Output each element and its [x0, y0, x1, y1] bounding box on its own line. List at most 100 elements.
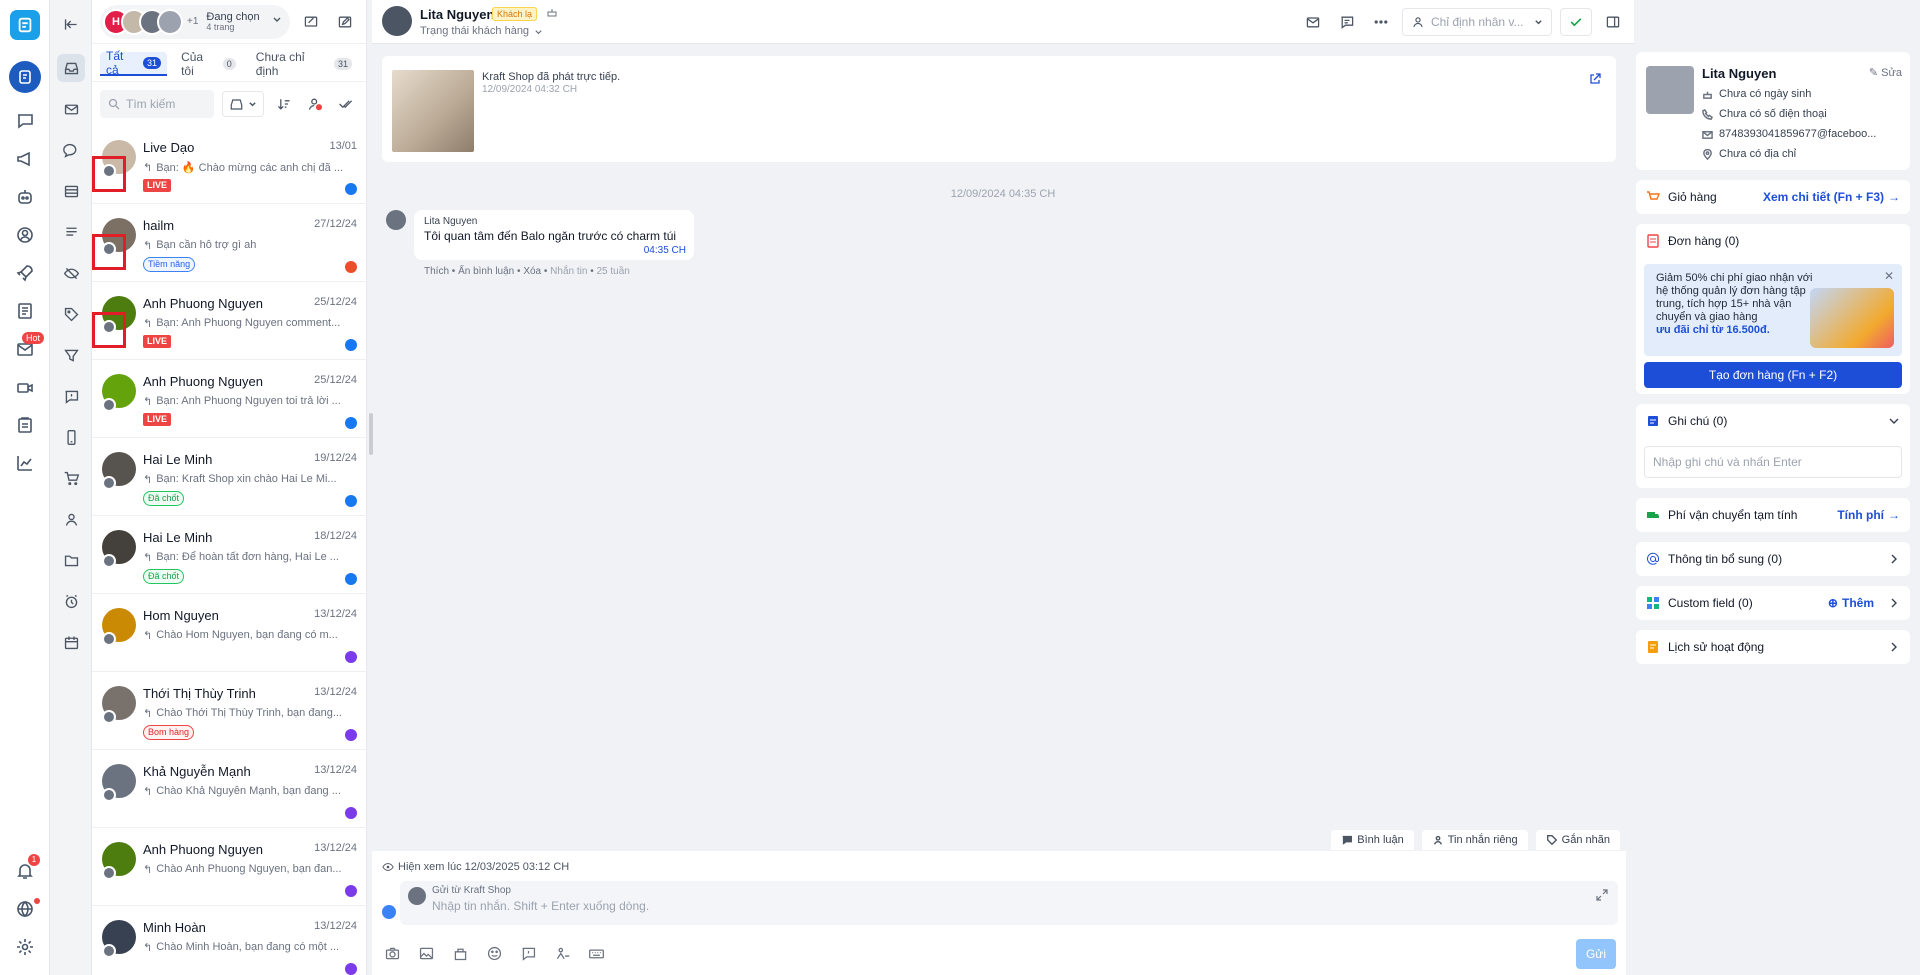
assign-staff-dropdown[interactable]: Chỉ định nhân v...: [1402, 8, 1552, 36]
tab-mine[interactable]: Của tôi 0: [175, 50, 242, 78]
tab-all[interactable]: Tất cả 31: [100, 49, 168, 77]
eye-off-icon[interactable]: [57, 259, 85, 287]
delete-action[interactable]: Xóa: [523, 266, 541, 277]
clipboard-icon[interactable]: [12, 412, 38, 438]
rocket-icon[interactable]: [12, 260, 38, 286]
customer-panel: Lita Nguyen ✎ Sửa Chưa có ngày sinh Chưa…: [1636, 52, 1910, 674]
camera-icon[interactable]: [382, 943, 402, 963]
note-input[interactable]: [1644, 446, 1902, 478]
cart-icon[interactable]: [57, 464, 85, 492]
conversation-date: 18/12/24: [314, 530, 357, 542]
conversation-item[interactable]: Anh Phuong Nguyen 13/12/24 ↰ Chào Anh Phuon…: [92, 828, 367, 906]
page-selector[interactable]: H +1 Đang chọn 4 trang: [100, 4, 290, 39]
filter-icon[interactable]: [57, 341, 85, 369]
external-link-icon[interactable]: [1588, 72, 1602, 86]
expand-icon[interactable]: [1596, 889, 1608, 901]
inbox-tray-icon[interactable]: [57, 54, 85, 82]
alert-message-icon[interactable]: [57, 382, 85, 410]
settings-gear-icon[interactable]: [12, 934, 38, 960]
resolve-check-button[interactable]: [1560, 8, 1592, 36]
note-header[interactable]: Ghi chú (0): [1636, 404, 1910, 438]
send-from-label[interactable]: Gửi từ Kraft Shop: [432, 885, 511, 896]
profile-avatar[interactable]: [1646, 66, 1694, 114]
megaphone-icon[interactable]: [12, 146, 38, 172]
conversation-item[interactable]: Minh Hoàn 13/12/24 ↰ Chào Minh Hoàn, bạn đa…: [92, 906, 367, 975]
comment-icon: [1342, 835, 1353, 845]
edit-profile-button[interactable]: ✎ Sửa: [1869, 66, 1902, 79]
chat-nav-icon[interactable]: [12, 108, 38, 134]
comment-icon[interactable]: [57, 136, 85, 164]
app-logo[interactable]: [10, 10, 40, 40]
calculate-fee-link[interactable]: Tính phí →: [1837, 508, 1900, 522]
customer-status-dropdown[interactable]: Trạng thái khách hàng: [420, 25, 529, 37]
mode-comment[interactable]: Bình luận: [1331, 830, 1414, 850]
sort-icon[interactable]: [272, 91, 295, 117]
send-button[interactable]: Gửi: [1576, 939, 1616, 969]
bot-icon[interactable]: [12, 184, 38, 210]
mode-private-message[interactable]: Tin nhắn riêng: [1421, 830, 1528, 850]
channel-filter-dropdown[interactable]: [222, 91, 264, 117]
product-link-icon[interactable]: [552, 943, 572, 963]
emoji-icon[interactable]: [484, 943, 504, 963]
message-bubble[interactable]: Lita Nguyen Tôi quan tâm đến Balo ngăn t…: [414, 210, 694, 260]
user-circle-icon[interactable]: [12, 222, 38, 248]
note-message-icon[interactable]: [1334, 9, 1360, 35]
activity-history-row[interactable]: Lịch sử hoạt động: [1636, 630, 1910, 664]
shipping-promo-banner[interactable]: Giảm 50% chi phí giao nhận với hệ thống …: [1644, 264, 1902, 356]
conversation-item[interactable]: Live Dạo 13/01 ↰ Bạn: 🔥 Chào mừng các anh c…: [92, 126, 367, 204]
conversation-item[interactable]: Hom Nguyen 13/12/24 ↰ Chào Hom Nguyen, bạn …: [92, 594, 367, 672]
add-custom-field-button[interactable]: ⊕ Thêm: [1828, 596, 1874, 610]
quick-reply-icon[interactable]: [518, 943, 538, 963]
post-thumbnail[interactable]: [392, 70, 474, 152]
conversation-item[interactable]: Anh Phuong Nguyen 25/12/24 ↰ Bạn: Anh Phuon…: [92, 360, 367, 438]
person-icon[interactable]: [57, 505, 85, 533]
customer-avatar[interactable]: [382, 6, 412, 36]
conversation-item[interactable]: Anh Phuong Nguyen 25/12/24 ↰ Bạn: Anh Phuon…: [92, 282, 367, 360]
mail-icon[interactable]: [57, 95, 85, 123]
folder-icon[interactable]: [57, 546, 85, 574]
mail-read-icon[interactable]: [1300, 9, 1326, 35]
compose-window-icon[interactable]: [298, 9, 324, 35]
direct-message-action[interactable]: Nhắn tin: [550, 266, 587, 277]
conversation-item[interactable]: Khả Nguyễn Mạnh 13/12/24 ↰ Chào Khả Nguyễn …: [92, 750, 367, 828]
cart-row[interactable]: Giỏ hàng Xem chi tiết (Fn + F3) →: [1636, 180, 1910, 214]
create-order-button[interactable]: Tạo đơn hàng (Fn + F2): [1644, 362, 1902, 388]
conversation-item[interactable]: hailm 27/12/24 ↰ Bạn cần hỗ trợ gì ah Tiềm n…: [92, 204, 367, 282]
edit-post-icon[interactable]: [332, 9, 358, 35]
alarm-icon[interactable]: [57, 587, 85, 615]
conversations-nav-icon[interactable]: [9, 61, 41, 93]
image-library-icon[interactable]: [416, 943, 436, 963]
conversation-item[interactable]: Hai Le Minh 18/12/24 ↰ Bạn: Để hoàn tất đơn…: [92, 516, 367, 594]
mark-all-read-icon[interactable]: [335, 91, 358, 117]
list-doc-icon[interactable]: [12, 298, 38, 324]
calendar-icon[interactable]: [57, 628, 85, 656]
close-icon[interactable]: ✕: [1884, 270, 1894, 283]
custom-field-row[interactable]: Custom field (0) ⊕ Thêm: [1636, 586, 1910, 620]
extra-info-row[interactable]: Thông tin bổ sung (0): [1636, 542, 1910, 576]
like-action[interactable]: Thích: [424, 266, 449, 277]
conversation-item[interactable]: Hai Le Minh 19/12/24 ↰ Bạn: Kraft Shop xin …: [92, 438, 367, 516]
message-input[interactable]: [432, 899, 1532, 919]
cart-detail-link[interactable]: Xem chi tiết (Fn + F3) →: [1763, 190, 1900, 204]
mode-tag[interactable]: Gắn nhãn: [1535, 830, 1620, 850]
conversation-item[interactable]: Thới Thị Thùy Trinh 13/12/24 ↰ Chào Thới Th…: [92, 672, 367, 750]
toggle-panel-icon[interactable]: [1600, 9, 1626, 35]
list-icon[interactable]: [57, 218, 85, 246]
chart-icon[interactable]: [12, 450, 38, 476]
phone-icon[interactable]: [57, 423, 85, 451]
customer-name[interactable]: Lita Nguyen: [420, 7, 494, 22]
collapse-arrow-icon[interactable]: [57, 10, 85, 38]
sender-page-avatar[interactable]: [408, 887, 426, 905]
search-input[interactable]: [126, 97, 206, 111]
tab-unassigned[interactable]: Chưa chỉ định 31: [250, 50, 358, 78]
keyboard-icon[interactable]: [586, 943, 606, 963]
tag-icon[interactable]: [57, 300, 85, 328]
layout-icon[interactable]: [57, 177, 85, 205]
more-dots-icon[interactable]: [1368, 9, 1394, 35]
product-image-icon[interactable]: [450, 943, 470, 963]
shipping-fee-row[interactable]: Phí vận chuyển tạm tính Tính phí →: [1636, 498, 1910, 532]
page-mini-avatar: [102, 866, 116, 880]
unread-filter-icon[interactable]: [303, 91, 326, 117]
video-icon[interactable]: [12, 374, 38, 400]
hide-comment-action[interactable]: Ẩn bình luận: [458, 266, 514, 277]
